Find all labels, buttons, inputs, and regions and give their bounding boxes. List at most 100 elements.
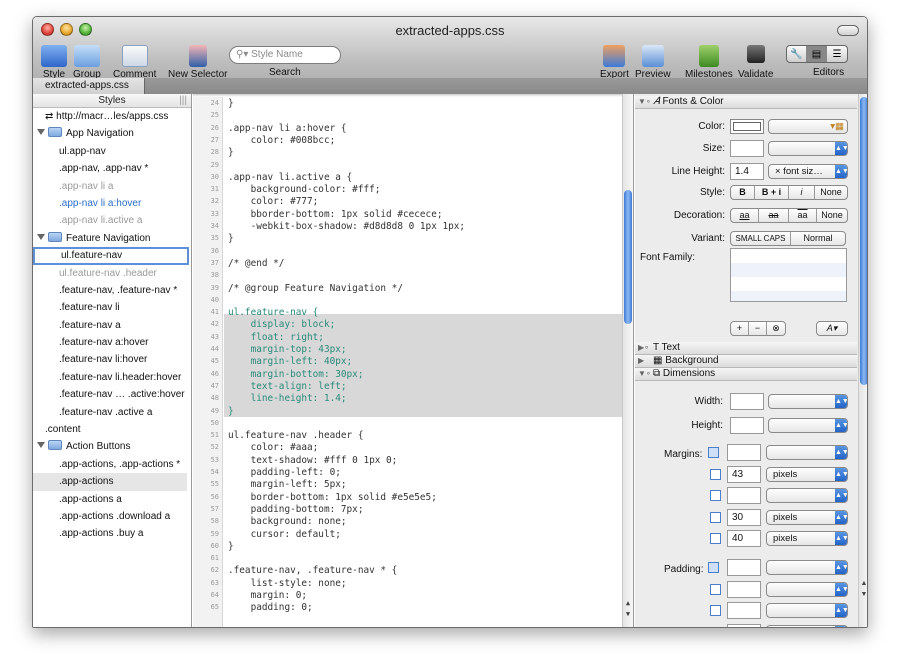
margin-value-field[interactable] [727,487,761,504]
disclosure-open-icon[interactable]: ▼∘ [638,368,651,380]
variant-segmented[interactable]: SMALL CAPS Normal [730,231,846,246]
style-rule-item[interactable]: .content [33,421,191,438]
size-unit-popup[interactable]: ▲▼ [768,141,848,156]
padding-unit-popup[interactable]: ▲▼ [766,603,848,618]
overline-button[interactable]: aa [789,209,817,222]
padding-unit-popup[interactable]: ▲▼ [766,581,848,597]
style-rule-item[interactable]: .app-nav li.active a [33,212,191,229]
style-rule-item[interactable]: .app-actions [33,473,187,491]
style-rule-item[interactable]: .feature-nav a [33,317,191,334]
style-rule-item[interactable]: .feature-nav, .feature-nav * [33,282,191,299]
margin-unit-popup[interactable]: pixels ▲▼ [766,531,848,546]
underline-button[interactable]: aa [731,209,759,222]
disclosure-open-icon[interactable]: ▼∘ [638,96,651,108]
text-section[interactable]: ▶∘ T Text [635,342,857,355]
comment-button[interactable]: Comment [113,45,156,80]
export-button[interactable]: Export [600,45,629,80]
height-field[interactable] [730,417,764,434]
margin-value-field[interactable]: 30 [727,508,761,526]
line-height-field[interactable]: 1.4 [730,163,764,180]
disclosure-closed-icon[interactable]: ▶ [638,355,644,367]
style-rule-item[interactable]: .app-actions a [33,491,191,508]
style-rule-item[interactable]: .feature-nav … .active:hover [33,386,191,403]
editor-scroll-thumb[interactable] [624,190,632,324]
resize-grip-icon[interactable]: ||| [179,94,187,107]
strikethrough-button[interactable]: aa [759,209,789,222]
validate-button[interactable]: Validate [738,45,773,80]
inspector-scrollbar[interactable]: ▲ ▼ [858,94,867,627]
style-rule-item[interactable]: .feature-nav li:hover [33,351,191,368]
padding-unit-popup[interactable]: ▲▼ [766,624,848,627]
style-group-folder[interactable]: Action Buttons [33,438,191,455]
height-unit-popup[interactable]: ▲▼ [768,418,848,433]
font-panel-button[interactable]: A▾ [816,321,848,336]
list-view-icon[interactable]: ☰ [827,46,847,62]
style-rule-item[interactable]: .app-nav li a:hover [33,195,191,212]
italic-button[interactable]: i [789,186,815,199]
style-rule-item[interactable]: .feature-nav li [33,299,191,316]
margin-unit-popup[interactable]: pixels ▲▼ [766,466,848,482]
editor-scrollbar[interactable]: ▲ ▼ [622,94,633,627]
new-selector-button[interactable]: New Selector [168,45,227,80]
style-rule-item[interactable]: .app-actions, .app-actions * [33,456,191,473]
scroll-up-icon[interactable]: ▲ [859,580,867,590]
style-button[interactable]: Style [41,45,67,80]
font-family-actions[interactable]: + − ⊗ [730,321,786,336]
bold-button[interactable]: B [731,186,755,199]
line-height-unit-popup[interactable]: × font siz… ▲▼ [768,164,848,179]
scroll-down-icon[interactable]: ▼ [623,610,633,620]
clear-font-icon[interactable]: ⊗ [767,322,785,335]
preview-button[interactable]: Preview [635,45,671,80]
padding-value-field[interactable] [727,623,761,627]
disclosure-open-icon[interactable] [37,129,45,136]
style-rule-item[interactable]: ul.feature-nav [33,247,189,265]
decoration-none-button[interactable]: None [817,209,847,222]
width-unit-popup[interactable]: ▲▼ [768,394,848,409]
padding-value-field[interactable] [727,559,761,576]
padding-unit-popup[interactable]: ▲▼ [766,560,848,575]
style-rule-item[interactable]: .feature-nav .active a [33,404,191,421]
disclosure-closed-icon[interactable]: ▶∘ [638,342,649,354]
font-panel-icon[interactable]: A▾ [817,322,847,335]
inspector-scroll-thumb[interactable] [860,97,867,385]
style-group-folder[interactable]: Feature Navigation [33,230,191,247]
margin-unit-popup[interactable]: ▲▼ [766,488,848,503]
style-rule-item[interactable]: .feature-nav li.header:hover [33,369,191,386]
background-section[interactable]: ▶ ▦ Background [635,355,857,368]
inspector-view-icon[interactable]: ▤ [807,46,827,62]
small-caps-button[interactable]: SMALL CAPS [731,232,791,245]
size-field[interactable] [730,140,764,157]
tab-extracted-apps[interactable]: extracted-apps.css [33,78,145,94]
bold-italic-button[interactable]: B + i [755,186,789,199]
scroll-up-icon[interactable]: ▲ [623,599,633,609]
padding-value-field[interactable] [727,602,761,619]
scroll-down-icon[interactable]: ▼ [859,591,867,601]
style-rule-item[interactable]: .feature-nav a:hover [33,334,191,351]
editors-segmented-control[interactable]: 🔧 ▤ ☰ [786,45,848,63]
margin-value-field[interactable] [727,444,761,461]
style-rule-item[interactable]: .app-nav, .app-nav * [33,160,191,177]
decoration-segmented[interactable]: aa aa aa None [730,208,848,223]
style-rule-item[interactable]: .app-actions .download a [33,508,191,525]
style-rule-item[interactable]: ⇄ http://macr…les/apps.css [33,108,191,125]
font-family-list[interactable] [730,248,847,302]
code-editor[interactable]: 24} 25 26 .app-nav li a:hover {27 color: #0… [193,94,634,627]
style-rule-item[interactable]: ul.feature-nav .header [33,265,191,282]
margin-unit-popup[interactable]: ▲▼ [766,445,848,460]
style-group-folder[interactable]: App Navigation [33,125,191,142]
color-popup[interactable]: ▾▦ [768,119,848,134]
padding-value-field[interactable] [727,580,761,598]
style-none-button[interactable]: None [815,186,847,199]
margin-value-field[interactable]: 43 [727,465,761,483]
variant-normal-button[interactable]: Normal [791,232,845,245]
width-field[interactable] [730,393,764,410]
wrench-icon[interactable]: 🔧 [787,46,807,62]
fonts-color-section[interactable]: ▼∘ 𝐴 Fonts & Color [635,96,857,109]
style-rule-item[interactable]: ul.app-nav [33,143,191,160]
style-rule-item[interactable]: .app-nav li a [33,178,191,195]
disclosure-open-icon[interactable] [37,233,45,240]
remove-font-icon[interactable]: − [749,322,767,335]
margin-value-field[interactable]: 40 [727,530,761,547]
add-font-icon[interactable]: + [731,322,749,335]
dimensions-section[interactable]: ▼∘ ⧉ Dimensions [635,368,857,381]
